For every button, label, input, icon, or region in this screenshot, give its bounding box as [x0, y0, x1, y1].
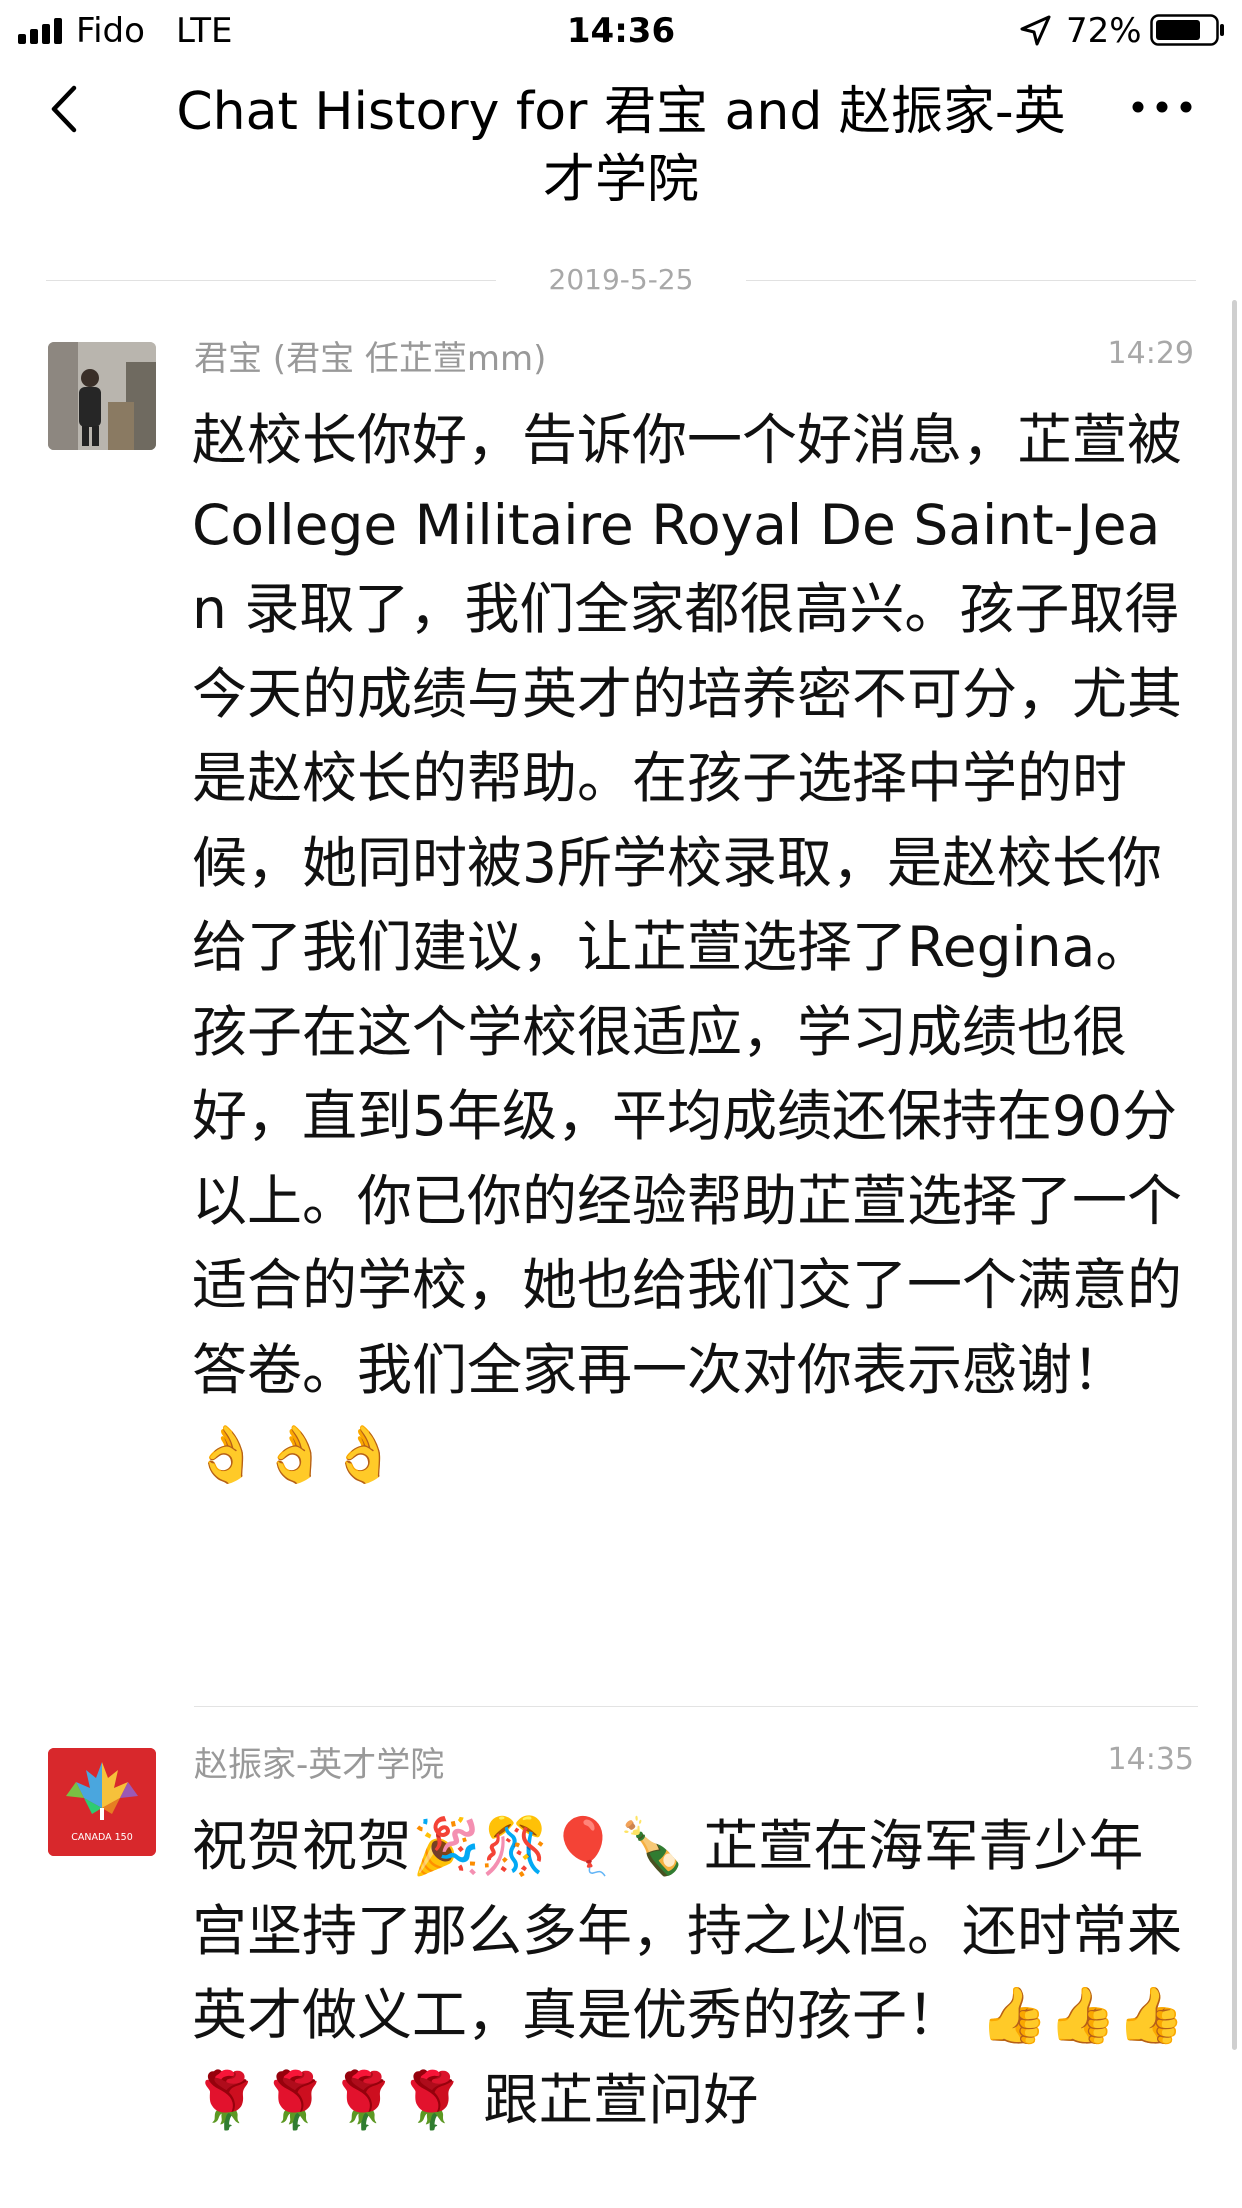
sender-name: 君宝 (君宝 任芷萱mm)	[194, 339, 547, 379]
scrollbar[interactable]	[1232, 300, 1237, 2050]
page-title: Chat History for 君宝 and 赵振家-英才学院	[176, 82, 1066, 210]
location-arrow-icon	[1020, 15, 1051, 46]
avatar-label: CANADA 150	[71, 1832, 133, 1843]
message-time: 14:35	[1107, 1742, 1194, 1777]
more-dots-icon[interactable]	[1130, 92, 1194, 122]
status-bar: Fido LTE 14:36 72%	[0, 0, 1242, 62]
separator-line	[746, 280, 1196, 281]
battery-percent: 72%	[1066, 11, 1142, 51]
message-text: 赵校长你好，告诉你一个好消息，芷萱被College Militaire Roya…	[192, 408, 1183, 1486]
message-text: 祝贺祝贺🎉🎊🎈🍾 芷萱在海军青少年宫坚持了那么多年，持之以恒。还时常来英才做义工…	[192, 1814, 1185, 2132]
status-time: 14:36	[566, 11, 676, 51]
battery-icon	[1150, 14, 1224, 46]
user-photo-avatar[interactable]	[48, 342, 156, 450]
message-divider	[194, 1706, 1198, 1707]
date-separator: 2019-5-25	[46, 260, 1196, 300]
chevron-left-icon[interactable]	[40, 76, 90, 142]
message-time: 14:29	[1107, 336, 1194, 371]
canada-150-avatar[interactable]: CANADA 150	[48, 1748, 156, 1856]
sender-name: 赵振家-英才学院	[194, 1745, 445, 1785]
